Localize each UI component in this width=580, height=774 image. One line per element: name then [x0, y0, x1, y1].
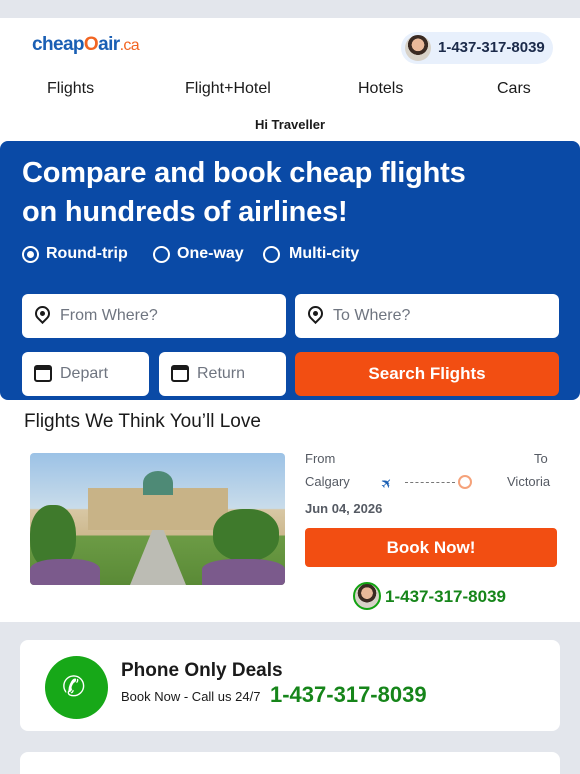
- deals-section-title: Flights We Think You’ll Love: [24, 411, 261, 432]
- nav-item-flight-hotel[interactable]: Flight+Hotel: [185, 80, 271, 98]
- nav-item-flights[interactable]: Flights: [47, 80, 94, 98]
- deal-phone-link[interactable]: 1-437-317-8039: [353, 582, 523, 612]
- header-phone-button[interactable]: 1-437-317-8039: [401, 32, 553, 64]
- agent-avatar-icon: [353, 582, 381, 610]
- book-now-button[interactable]: Book Now!: [305, 528, 557, 567]
- phone-deals-title: Phone Only Deals: [121, 660, 283, 681]
- destination-city: Victoria: [507, 474, 551, 489]
- nav-item-cars[interactable]: Cars: [497, 80, 531, 98]
- hero-title: Compare and book cheap flights on hundre…: [22, 157, 466, 228]
- departure-date: Jun 04, 2026: [305, 501, 383, 516]
- photo-dome: [143, 471, 173, 495]
- calendar-icon: [171, 365, 189, 382]
- photo-path: [130, 530, 186, 585]
- header-phone-number: 1-437-317-8039: [438, 39, 545, 56]
- origin-city: Calgary: [305, 474, 350, 489]
- airplane-icon: ✈: [376, 473, 397, 493]
- from-label: From: [305, 451, 336, 466]
- phone-icon: ✆: [62, 671, 86, 702]
- phone-deals-number[interactable]: 1-437-317-8039: [270, 682, 427, 708]
- to-label: To: [534, 451, 548, 466]
- photo-flowerbed: [30, 559, 100, 585]
- calendar-icon: [34, 365, 52, 382]
- return-placeholder: Return: [197, 365, 246, 382]
- depart-date-field[interactable]: Depart: [22, 352, 149, 396]
- to-field[interactable]: To Where?: [295, 294, 559, 338]
- depart-placeholder: Depart: [60, 365, 109, 382]
- from-placeholder: From Where?: [60, 307, 158, 324]
- location-pin-icon: [304, 302, 327, 325]
- phone-only-deals-card[interactable]: ✆ Phone Only Deals Book Now - Call us 24…: [20, 640, 560, 731]
- phone-deals-subtitle: Book Now - Call us 24/7: [121, 689, 261, 704]
- one-way-label[interactable]: One-way: [177, 245, 244, 263]
- phone-circle: ✆: [45, 656, 108, 719]
- location-pin-icon: [31, 302, 54, 325]
- next-card: [20, 752, 560, 774]
- deal-phone-number: 1-437-317-8039: [385, 587, 506, 606]
- from-field[interactable]: From Where?: [22, 294, 286, 338]
- round-trip-label[interactable]: Round-trip: [46, 245, 128, 263]
- multi-city-radio[interactable]: [263, 246, 280, 263]
- multi-city-label[interactable]: Multi-city: [289, 245, 359, 263]
- victoria-parliament-photo[interactable]: [30, 453, 285, 585]
- flight-search-hero: Compare and book cheap flights on hundre…: [0, 141, 580, 400]
- greeting: Hi Traveller: [254, 117, 326, 132]
- search-flights-button[interactable]: Search Flights: [295, 352, 559, 396]
- route-line: [405, 482, 455, 483]
- cheapoair-logo[interactable]: cheapOair.ca: [32, 34, 140, 56]
- photo-flowerbed: [202, 559, 285, 585]
- return-date-field[interactable]: Return: [159, 352, 286, 396]
- nav-item-hotels[interactable]: Hotels: [358, 80, 403, 98]
- one-way-radio[interactable]: [153, 246, 170, 263]
- main-nav: Flights Flight+Hotel Hotels Cars: [0, 80, 580, 104]
- destination-marker-icon: [458, 475, 472, 489]
- round-trip-radio[interactable]: [22, 246, 39, 263]
- photo-tree: [213, 509, 279, 561]
- email-body: cheapOair.ca 1-437-317-8039 Flights Flig…: [0, 18, 580, 622]
- to-placeholder: To Where?: [333, 307, 411, 324]
- agent-avatar-icon: [405, 35, 431, 61]
